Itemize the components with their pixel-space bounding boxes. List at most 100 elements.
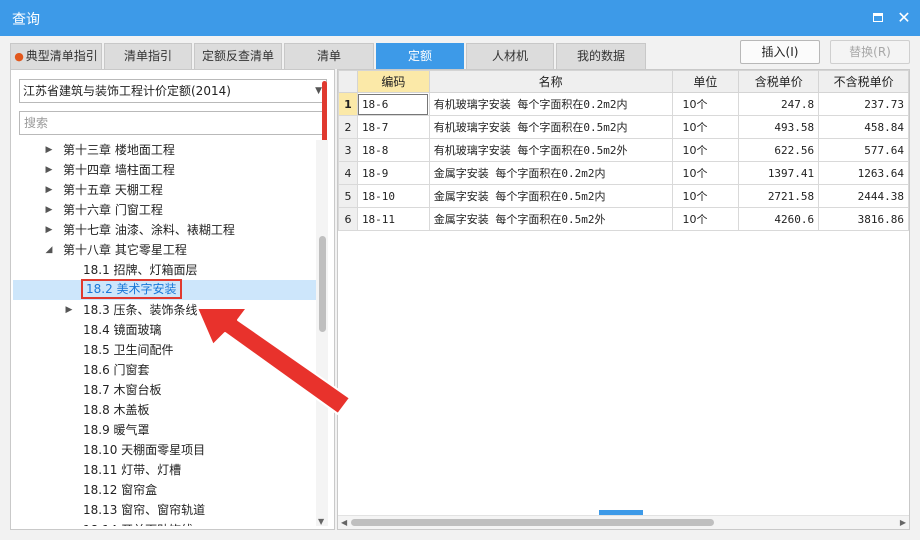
- cell-tax-price[interactable]: 493.58: [738, 115, 820, 139]
- cell-code[interactable]: 18-8: [356, 138, 430, 162]
- row-number[interactable]: 3: [338, 138, 358, 162]
- tree-item-chapter[interactable]: ▶ 第十七章 油漆、涂料、裱糊工程: [13, 220, 323, 240]
- cell-name[interactable]: 有机玻璃字安装 每个字面积在0.5m2内: [428, 115, 673, 139]
- tree-item-section[interactable]: 18.1 招牌、灯箱面层: [13, 260, 323, 280]
- cell-notax-price[interactable]: 577.64: [818, 138, 909, 162]
- tab-list-guide[interactable]: 清单指引: [104, 43, 192, 69]
- tree-item-section[interactable]: 18.6 门窗套: [13, 360, 323, 380]
- cell-notax-price[interactable]: 237.73: [818, 92, 909, 116]
- tree-item-section[interactable]: 18.7 木窗台板: [13, 380, 323, 400]
- cell-code[interactable]: 18-9: [356, 161, 430, 185]
- header-name[interactable]: 名称: [428, 70, 673, 93]
- cell-tax-price[interactable]: 1397.41: [738, 161, 820, 185]
- tree-item-chapter[interactable]: ▶ 第十六章 门窗工程: [13, 200, 323, 220]
- cell-unit[interactable]: 10个: [671, 184, 740, 208]
- expand-icon[interactable]: ▶: [43, 180, 55, 200]
- row-number[interactable]: 6: [338, 207, 358, 231]
- tree-item-section[interactable]: 18.13 窗帘、窗帘轨道: [13, 500, 323, 520]
- tree-item-chapter[interactable]: ▶ 第十五章 天棚工程: [13, 180, 323, 200]
- table-row[interactable]: 1 18-6 有机玻璃字安装 每个字面积在0.2m2内 10个 247.8 237.73: [338, 92, 909, 116]
- cell-unit[interactable]: 10个: [671, 138, 740, 162]
- cell-unit[interactable]: 10个: [671, 161, 740, 185]
- tab-reverse-lookup[interactable]: 定额反查清单: [194, 43, 282, 69]
- expand-icon[interactable]: ▶: [43, 220, 55, 240]
- cell-notax-price[interactable]: 2444.38: [818, 184, 909, 208]
- tree-item-label: 18.5 卫生间配件: [83, 343, 174, 357]
- tree-scroll-thumb[interactable]: [319, 236, 326, 332]
- tab-label: 定额: [407, 49, 432, 63]
- insert-button[interactable]: 插入(I): [740, 40, 820, 64]
- maximize-icon[interactable]: [868, 8, 888, 28]
- tree-item-chapter[interactable]: ▶ 第十三章 楼地面工程: [13, 140, 323, 160]
- tree-item-section[interactable]: 18.9 暖气罩: [13, 420, 323, 440]
- cell-unit[interactable]: 10个: [671, 207, 740, 231]
- tab-materials[interactable]: 人材机: [466, 43, 554, 69]
- expand-icon[interactable]: ▶: [43, 160, 55, 180]
- flame-icon: ●: [14, 50, 24, 63]
- tab-my-data[interactable]: 我的数据: [556, 43, 646, 69]
- table-row[interactable]: 2 18-7 有机玻璃字安装 每个字面积在0.5m2内 10个 493.58 458.84: [338, 115, 909, 139]
- cell-unit[interactable]: 10个: [671, 92, 740, 116]
- cell-name[interactable]: 金属字安装 每个字面积在0.5m2外: [428, 207, 673, 231]
- cell-name[interactable]: 金属字安装 每个字面积在0.2m2内: [428, 161, 673, 185]
- row-number[interactable]: 4: [338, 161, 358, 185]
- tree-item-chapter[interactable]: ◢ 第十八章 其它零星工程: [13, 240, 323, 260]
- collapse-icon[interactable]: ◢: [43, 240, 55, 260]
- expand-icon[interactable]: ▶: [43, 200, 55, 220]
- cell-tax-price[interactable]: 2721.58: [738, 184, 820, 208]
- table-row[interactable]: 6 18-11 金属字安装 每个字面积在0.5m2外 10个 4260.6 3816.86: [338, 207, 909, 231]
- tree-item-section[interactable]: 18.11 灯带、灯槽: [13, 460, 323, 480]
- header-unit[interactable]: 单位: [671, 70, 740, 93]
- tree-item-section[interactable]: 18.10 天棚面零星项目: [13, 440, 323, 460]
- search-input[interactable]: [19, 111, 327, 135]
- cell-notax-price[interactable]: 1263.64: [818, 161, 909, 185]
- table-row[interactable]: 4 18-9 金属字安装 每个字面积在0.2m2内 10个 1397.41 1263.64: [338, 161, 909, 185]
- grid-scroll-thumb[interactable]: [351, 519, 714, 526]
- cell-code[interactable]: 18-10: [356, 184, 430, 208]
- close-icon[interactable]: ✕: [894, 8, 914, 28]
- header-tax-price[interactable]: 含税单价: [738, 70, 820, 93]
- header-code[interactable]: 编码: [356, 70, 430, 93]
- row-number[interactable]: 5: [338, 184, 358, 208]
- cell-code[interactable]: 18-6: [356, 92, 430, 116]
- tab-quota[interactable]: 定额: [376, 43, 464, 69]
- expand-icon[interactable]: ▶: [63, 300, 75, 320]
- scroll-left-icon[interactable]: ◀: [341, 516, 347, 529]
- scroll-right-icon[interactable]: ▶: [900, 516, 906, 529]
- tree-item-section[interactable]: 18.5 卫生间配件: [13, 340, 323, 360]
- scroll-down-icon[interactable]: ▼: [318, 517, 324, 526]
- row-number[interactable]: 2: [338, 115, 358, 139]
- tree-item-section[interactable]: 18.2 美术字安装: [13, 279, 323, 300]
- table-row[interactable]: 3 18-8 有机玻璃字安装 每个字面积在0.5m2外 10个 622.56 577.64: [338, 138, 909, 162]
- chevron-down-icon[interactable]: ▼: [315, 80, 322, 102]
- cell-name[interactable]: 有机玻璃字安装 每个字面积在0.5m2外: [428, 138, 673, 162]
- cell-code[interactable]: 18-11: [356, 207, 430, 231]
- grid-h-scrollbar[interactable]: ◀ ▶: [338, 515, 909, 529]
- header-notax-price[interactable]: 不含税单价: [818, 70, 909, 93]
- row-number[interactable]: 1: [338, 92, 358, 116]
- library-select[interactable]: 江苏省建筑与装饰工程计价定额(2014) ▼: [19, 79, 327, 103]
- tab-bill[interactable]: 清单: [284, 43, 374, 69]
- tree-item-section[interactable]: 18.4 镜面玻璃: [13, 320, 323, 340]
- tree-item-section[interactable]: 18.8 木盖板: [13, 400, 323, 420]
- cell-name[interactable]: 有机玻璃字安装 每个字面积在0.2m2内: [428, 92, 673, 116]
- cell-notax-price[interactable]: 458.84: [818, 115, 909, 139]
- tree-scrollbar[interactable]: ▼: [316, 140, 328, 526]
- tree-item-label: 18.6 门窗套: [83, 363, 150, 377]
- expand-icon[interactable]: ▶: [43, 140, 55, 160]
- tree-item-chapter[interactable]: ▶ 第十四章 墙柱面工程: [13, 160, 323, 180]
- cell-tax-price[interactable]: 247.8: [738, 92, 820, 116]
- tree-item-section[interactable]: ▶ 18.3 压条、装饰条线: [13, 300, 323, 320]
- tree-item-section[interactable]: 18.14 开关面贴饰线: [13, 520, 323, 526]
- cell-unit[interactable]: 10个: [671, 115, 740, 139]
- table-row[interactable]: 5 18-10 金属字安装 每个字面积在0.5m2内 10个 2721.58 2444.3…: [338, 184, 909, 208]
- cell-notax-price[interactable]: 3816.86: [818, 207, 909, 231]
- replace-button[interactable]: 替换(R): [830, 40, 910, 64]
- tree-item-label: 18.10 天棚面零星项目: [83, 443, 206, 457]
- tree-item-section[interactable]: 18.12 窗帘盒: [13, 480, 323, 500]
- cell-name[interactable]: 金属字安装 每个字面积在0.5m2内: [428, 184, 673, 208]
- cell-code[interactable]: 18-7: [356, 115, 430, 139]
- cell-tax-price[interactable]: 622.56: [738, 138, 820, 162]
- cell-tax-price[interactable]: 4260.6: [738, 207, 820, 231]
- tab-typical-guide[interactable]: ● 典型清单指引: [10, 43, 102, 69]
